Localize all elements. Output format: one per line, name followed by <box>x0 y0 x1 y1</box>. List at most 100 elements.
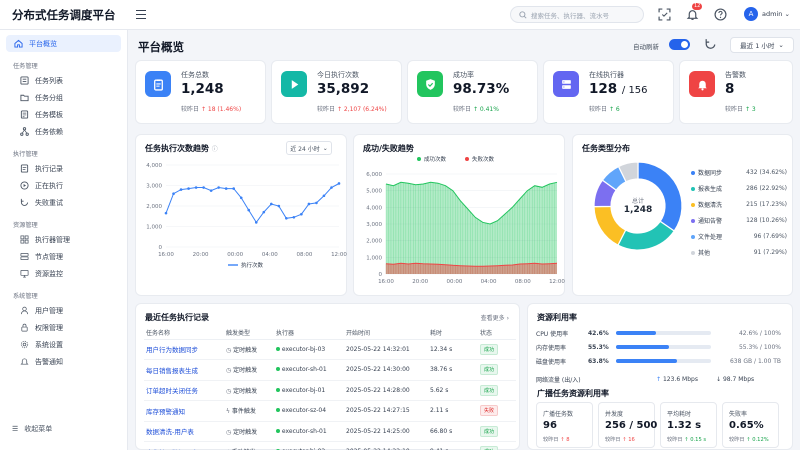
legend-item[interactable]: 成功次数 <box>417 155 447 163</box>
refresh-icon[interactable] <box>704 38 717 51</box>
data-point[interactable] <box>285 217 288 220</box>
time-range-select[interactable]: 最近 1 小时 ⌄ <box>730 37 794 53</box>
clock-icon: ◷ <box>226 367 232 375</box>
sidebar-item-node[interactable]: 节点管理 <box>6 248 121 265</box>
data-point[interactable] <box>239 196 243 200</box>
sidebar-item-label: 告警通知 <box>35 357 63 366</box>
data-point[interactable] <box>277 204 281 208</box>
resource-label: 磁盘使用率 <box>536 359 567 366</box>
table-row[interactable]: 库存预警通知 ϟ 事件触发 executor-sz-04 2025-05-22 14… <box>144 400 516 422</box>
sidebar-item-exec-record[interactable]: 执行记录 <box>6 160 121 177</box>
data-point[interactable] <box>179 188 183 191</box>
status-cell: 成功 <box>478 421 516 442</box>
menu-toggle-icon[interactable] <box>136 7 152 23</box>
data-point[interactable] <box>262 210 266 214</box>
task-name-link[interactable]: 每日销售报表生成 <box>146 367 198 375</box>
clipboard-icon <box>145 71 171 97</box>
trigger-cell: ◷ 定时触发 <box>224 380 274 401</box>
collapse-menu-button[interactable]: ☰ 收起菜单 <box>12 424 52 434</box>
sidebar-item-alert[interactable]: 告警通知 <box>6 353 121 370</box>
legend-item[interactable]: 执行次数 <box>228 261 264 269</box>
sidebar-item-monitor[interactable]: 资源监控 <box>6 265 121 282</box>
legend-item[interactable]: 其他 91 (7.29%) <box>691 248 787 257</box>
data-point[interactable] <box>330 186 333 189</box>
table-row[interactable]: 数据清洗-用户表 ◷ 定时触发 executor-sh-01 2025-05-22 … <box>144 421 516 442</box>
data-point[interactable] <box>292 215 296 219</box>
data-point[interactable] <box>270 202 273 206</box>
stat-card-success-rate[interactable]: 成功率 98.73% 较昨日 ↑ 0.41% <box>407 60 538 124</box>
start-time-cell: 2025-05-22 14:30:00 <box>344 359 428 381</box>
stat-card-executors[interactable]: 在线执行器 128 / 156 较昨日 ↑ 6 <box>543 60 674 124</box>
data-point[interactable] <box>209 189 213 192</box>
table-row[interactable]: 用户行为数据同步 ◷ 定时触发 executor-bj-03 2025-05-22 … <box>144 339 516 360</box>
lightning-icon: ϟ <box>226 408 230 416</box>
data-point[interactable] <box>172 192 175 195</box>
sidebar-item-task-template[interactable]: 任务模板 <box>6 106 121 123</box>
task-name-link[interactable]: 用户行为数据同步 <box>146 346 198 354</box>
trend-range-value: 近 24 小时 <box>290 145 320 153</box>
status-badge: 成功 <box>480 364 499 376</box>
table-row[interactable]: 每日销售报表生成 ◷ 定时触发 executor-sh-01 2025-05-22 … <box>144 359 516 381</box>
task-name-cell[interactable]: 用户行为数据同步 <box>144 339 224 360</box>
view-more-link[interactable]: 查看更多 › <box>481 313 509 322</box>
sidebar-item-user[interactable]: 用户管理 <box>6 302 121 319</box>
legend-item[interactable]: 通知告警 128 (10.26%) <box>691 216 787 225</box>
task-name-cell[interactable]: 广告效果数据同步 <box>144 441 224 450</box>
stat-card-total[interactable]: 任务总数 1,248 较昨日 ↑ 18 (1.46%) <box>135 60 266 124</box>
task-name-cell[interactable]: 每日销售报表生成 <box>144 359 224 381</box>
task-name-link[interactable]: 库存预警通知 <box>146 408 185 416</box>
data-point[interactable] <box>217 186 220 189</box>
table-row[interactable]: 广告效果数据同步☝ 手动触发 executor-bj-022025-05-22 … <box>144 441 516 450</box>
search-input[interactable]: 搜索任务、执行器、流水号 <box>510 6 644 23</box>
legend-value: 128 (10.26%) <box>746 217 787 224</box>
task-name-link[interactable]: 数据清洗-用户表 <box>146 428 194 436</box>
table-row[interactable]: 订单超时关闭任务 ◷ 定时触发 executor-bj-01 2025-05-22 … <box>144 380 516 401</box>
legend-item[interactable]: 数据同步 432 (34.62%) <box>691 168 787 177</box>
user-menu[interactable]: admin ⌄ <box>762 10 790 18</box>
column-header: 开始时间 <box>344 326 428 340</box>
sidebar-item-task-group[interactable]: 任务分组 <box>6 89 121 106</box>
data-point[interactable] <box>322 194 326 198</box>
data-point[interactable] <box>300 212 303 216</box>
sidebar-item-task-list[interactable]: 任务列表 <box>6 72 121 89</box>
sidebar-item-running[interactable]: 正在执行 <box>6 177 121 194</box>
pie-slice[interactable] <box>617 220 676 251</box>
data-point[interactable] <box>202 186 205 189</box>
sidebar-item-settings[interactable]: 系统设置 <box>6 336 121 353</box>
y-tick-label: 5,000 <box>366 189 382 195</box>
trend-range-select[interactable]: 近 24 小时 ⌄ <box>286 141 332 155</box>
legend-item[interactable]: 失败次数 <box>465 155 495 163</box>
stat-value: 98.73% <box>453 81 510 97</box>
task-name-cell[interactable]: 数据清洗-用户表 <box>144 421 224 442</box>
task-name-cell[interactable]: 库存预警通知 <box>144 400 224 422</box>
auto-refresh-toggle[interactable] <box>669 39 690 50</box>
task-name-cell[interactable]: 订单超时关闭任务 <box>144 380 224 401</box>
avatar[interactable]: A <box>744 7 758 21</box>
legend-item[interactable]: 文件处理 96 (7.69%) <box>691 232 787 241</box>
data-point[interactable] <box>307 202 311 206</box>
data-point[interactable] <box>254 221 258 224</box>
sidebar-item-overview[interactable]: 平台概览 <box>6 35 121 52</box>
stat-card-executions[interactable]: 今日执行次数 35,892 较昨日 ↑ 2,107 (6.24%) <box>271 60 402 124</box>
data-point[interactable] <box>164 211 168 215</box>
sidebar-item-task-dependency[interactable]: 任务依赖 <box>6 123 121 140</box>
chevron-down-icon: ⌄ <box>322 144 328 152</box>
data-point[interactable] <box>315 201 318 205</box>
sidebar-item-executor[interactable]: 执行器管理 <box>6 231 121 248</box>
scan-icon[interactable] <box>658 8 671 21</box>
legend-item[interactable]: 报表生成 286 (22.92%) <box>691 184 787 193</box>
data-point[interactable] <box>224 187 228 190</box>
data-point[interactable] <box>337 182 341 185</box>
task-name-link[interactable]: 订单超时关闭任务 <box>146 387 198 395</box>
stat-card-alerts[interactable]: 告警数 8 较昨日 ↑ 3 <box>679 60 793 124</box>
data-point[interactable] <box>187 187 190 190</box>
legend-item[interactable]: 数据清洗 215 (17.23%) <box>691 200 787 209</box>
data-point[interactable] <box>232 187 235 190</box>
executor-cell: executor-bj-01 <box>274 380 344 401</box>
user-icon <box>20 306 29 315</box>
help-icon[interactable] <box>714 8 727 21</box>
sidebar-item-permission[interactable]: 权限管理 <box>6 319 121 336</box>
data-point[interactable] <box>194 186 198 189</box>
sidebar-item-retry[interactable]: 失败重试 <box>6 194 121 211</box>
data-point[interactable] <box>247 208 251 212</box>
